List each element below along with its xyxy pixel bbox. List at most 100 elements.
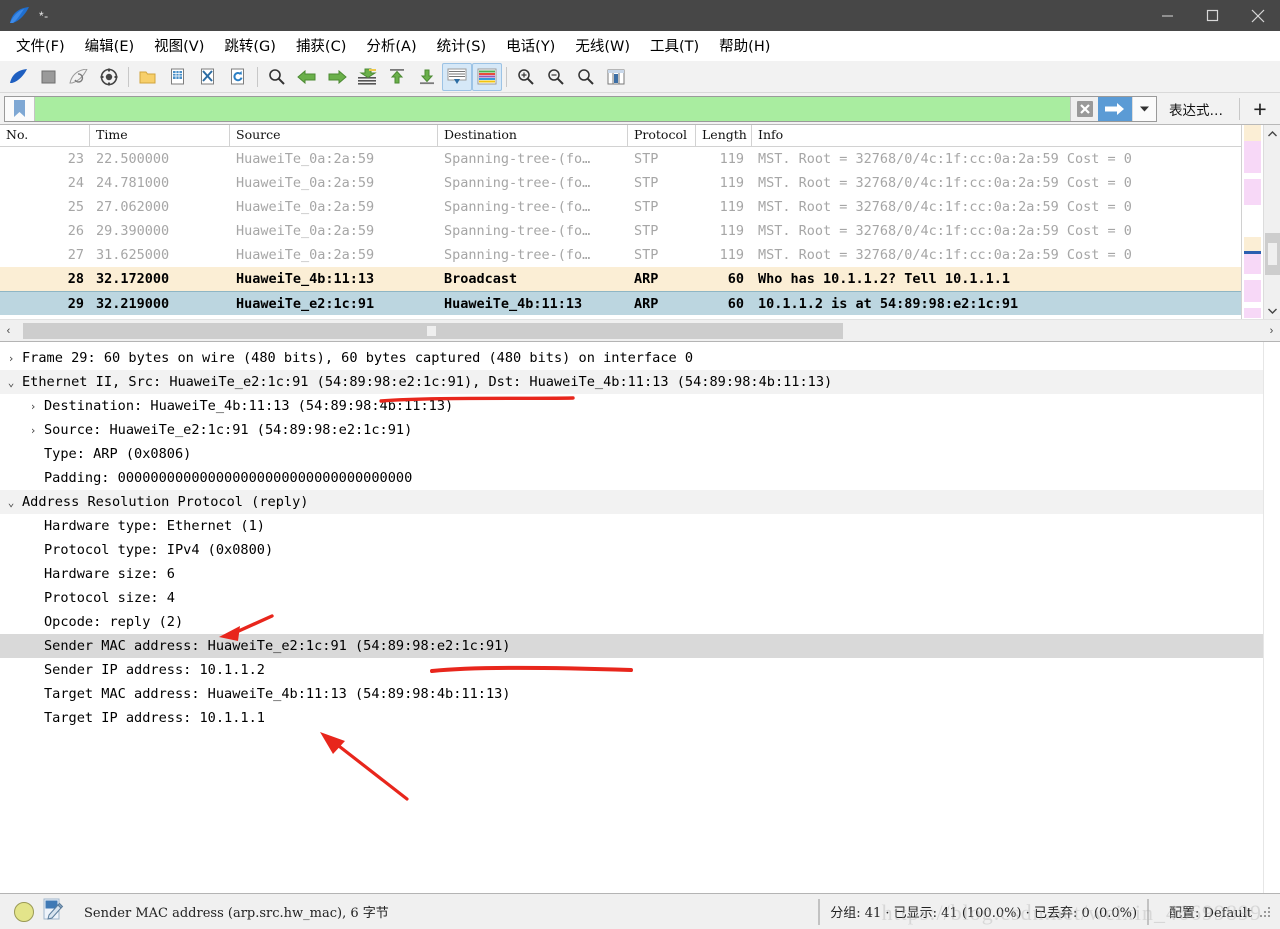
- packet-list-pane: No. Time Source Destination Protocol Len…: [0, 125, 1280, 342]
- menu-go[interactable]: 跳转(G): [214, 32, 286, 59]
- cell-info: MST. Root = 32768/0/4c:1f:cc:0a:2a:59 Co…: [758, 247, 1132, 263]
- table-row[interactable]: 28 32.172000 HuaweiTe_4b:11:13 Broadcast…: [0, 267, 1241, 291]
- scrollbar-thumb[interactable]: [1265, 233, 1280, 275]
- tree-item-frame[interactable]: › Frame 29: 60 bytes on wire (480 bits),…: [0, 346, 1263, 370]
- bookmark-icon[interactable]: [5, 96, 35, 121]
- chevron-right-icon[interactable]: ›: [22, 400, 44, 413]
- start-capture-icon[interactable]: [4, 63, 34, 91]
- chevron-right-icon[interactable]: ›: [0, 352, 22, 365]
- close-file-icon[interactable]: [193, 63, 223, 91]
- tree-item-protocol-size[interactable]: Protocol size: 4: [0, 586, 1263, 610]
- zoom-reset-icon[interactable]: [571, 63, 601, 91]
- go-back-icon[interactable]: [292, 63, 322, 91]
- apply-filter-arrow-icon[interactable]: [1098, 96, 1132, 121]
- menu-statistics[interactable]: 统计(S): [427, 32, 497, 59]
- tree-item-opcode[interactable]: Opcode: reply (2): [0, 610, 1263, 634]
- menu-tools[interactable]: 工具(T): [640, 32, 709, 59]
- tree-item-label: Sender MAC address: HuaweiTe_e2:1c:91 (5…: [44, 638, 511, 654]
- packet-list-vertical-scrollbar[interactable]: [1263, 125, 1280, 319]
- chevron-down-icon[interactable]: [1132, 96, 1156, 121]
- tree-item-hardware-type[interactable]: Hardware type: Ethernet (1): [0, 514, 1263, 538]
- capture-options-icon[interactable]: [94, 63, 124, 91]
- go-to-packet-icon[interactable]: [352, 63, 382, 91]
- menu-analyze[interactable]: 分析(A): [356, 32, 426, 59]
- menu-view[interactable]: 视图(V): [144, 32, 214, 59]
- packet-list-header: No. Time Source Destination Protocol Len…: [0, 125, 1241, 147]
- tree-item-arp[interactable]: ⌄ Address Resolution Protocol (reply): [0, 490, 1263, 514]
- packet-map-scrollbar[interactable]: [1241, 125, 1263, 319]
- restart-capture-icon[interactable]: [64, 63, 94, 91]
- go-to-last-icon[interactable]: [412, 63, 442, 91]
- tree-item-sender-mac-address[interactable]: Sender MAC address: HuaweiTe_e2:1c:91 (5…: [0, 634, 1263, 658]
- toolbar-separator: [128, 66, 129, 87]
- table-row[interactable]: 23 22.500000 HuaweiTe_0a:2a:59 Spanning-…: [0, 147, 1241, 171]
- cell-source: HuaweiTe_e2:1c:91: [236, 295, 375, 312]
- resize-columns-icon[interactable]: [601, 63, 631, 91]
- colorize-icon[interactable]: [472, 62, 502, 91]
- table-row[interactable]: 27 31.625000 HuaweiTe_0a:2a:59 Spanning-…: [0, 243, 1241, 267]
- chevron-down-icon[interactable]: ⌄: [0, 496, 22, 509]
- table-row[interactable]: 26 29.390000 HuaweiTe_0a:2a:59 Spanning-…: [0, 219, 1241, 243]
- tree-item-eth-type[interactable]: Type: ARP (0x0806): [0, 442, 1263, 466]
- menu-capture[interactable]: 捕获(C): [286, 32, 356, 59]
- column-header-no[interactable]: No.: [0, 125, 90, 146]
- menu-telephony[interactable]: 电话(Y): [496, 32, 565, 59]
- column-header-info[interactable]: Info: [752, 125, 1241, 146]
- stop-capture-icon[interactable]: [34, 63, 64, 91]
- reload-file-icon[interactable]: [223, 63, 253, 91]
- hscroll-track[interactable]: [17, 322, 1263, 339]
- tree-item-protocol-type[interactable]: Protocol type: IPv4 (0x0800): [0, 538, 1263, 562]
- tree-item-target-mac-address[interactable]: Target MAC address: HuaweiTe_4b:11:13 (5…: [0, 682, 1263, 706]
- tree-item-eth-destination[interactable]: › Destination: HuaweiTe_4b:11:13 (54:89:…: [0, 394, 1263, 418]
- auto-scroll-icon[interactable]: [442, 62, 472, 91]
- packet-details-vertical-scrollbar[interactable]: [1263, 342, 1280, 893]
- tree-item-eth-source[interactable]: › Source: HuaweiTe_e2:1c:91 (54:89:98:e2…: [0, 418, 1263, 442]
- zoom-in-icon[interactable]: [511, 63, 541, 91]
- chevron-right-icon[interactable]: ›: [22, 424, 44, 437]
- packet-list-horizontal-scrollbar[interactable]: ‹ ›: [0, 319, 1280, 341]
- column-header-destination[interactable]: Destination: [438, 125, 628, 146]
- tree-item-ethernet[interactable]: ⌄ Ethernet II, Src: HuaweiTe_e2:1c:91 (5…: [0, 370, 1263, 394]
- cell-destination: Spanning-tree-(fo…: [444, 175, 591, 191]
- cell-info: MST. Root = 32768/0/4c:1f:cc:0a:2a:59 Co…: [758, 223, 1132, 239]
- close-icon[interactable]: [1235, 0, 1280, 31]
- minimize-icon[interactable]: [1145, 0, 1190, 31]
- scroll-up-icon[interactable]: [1264, 125, 1280, 142]
- menu-file[interactable]: 文件(F): [6, 32, 75, 59]
- column-header-source[interactable]: Source: [230, 125, 438, 146]
- go-to-first-icon[interactable]: [382, 63, 412, 91]
- display-filter-input[interactable]: [35, 96, 1070, 121]
- tree-item-hardware-size[interactable]: Hardware size: 6: [0, 562, 1263, 586]
- maximize-icon[interactable]: [1190, 0, 1235, 31]
- tree-item-eth-padding[interactable]: Padding: 0000000000000000000000000000000…: [0, 466, 1263, 490]
- filter-expression-button[interactable]: 表达式…: [1157, 99, 1235, 119]
- cell-no: 26: [67, 223, 84, 239]
- menu-help[interactable]: 帮助(H): [709, 32, 780, 59]
- column-header-length[interactable]: Length: [696, 125, 752, 146]
- table-row[interactable]: 24 24.781000 HuaweiTe_0a:2a:59 Spanning-…: [0, 171, 1241, 195]
- scroll-right-icon[interactable]: ›: [1263, 325, 1280, 337]
- clear-filter-icon[interactable]: [1070, 96, 1098, 121]
- scrollbar-thumb[interactable]: [23, 322, 843, 339]
- column-header-time[interactable]: Time: [90, 125, 230, 146]
- tree-item-target-ip-address[interactable]: Target IP address: 10.1.1.1: [0, 706, 1263, 730]
- expert-info-yellow-icon[interactable]: [14, 901, 34, 922]
- open-file-icon[interactable]: [133, 63, 163, 91]
- scroll-down-icon[interactable]: [1264, 302, 1280, 319]
- go-forward-icon[interactable]: [322, 63, 352, 91]
- capture-file-properties-icon[interactable]: [42, 898, 64, 925]
- chevron-down-icon[interactable]: ⌄: [0, 376, 22, 389]
- menu-wireless[interactable]: 无线(W): [565, 32, 640, 59]
- add-filter-button[interactable]: +: [1244, 97, 1276, 120]
- tree-item-sender-ip-address[interactable]: Sender IP address: 10.1.1.2: [0, 658, 1263, 682]
- table-row[interactable]: 29 32.219000 HuaweiTe_e2:1c:91 HuaweiTe_…: [0, 291, 1241, 315]
- menu-edit[interactable]: 编辑(E): [75, 32, 144, 59]
- table-row[interactable]: 25 27.062000 HuaweiTe_0a:2a:59 Spanning-…: [0, 195, 1241, 219]
- save-file-icon[interactable]: [163, 63, 193, 91]
- find-packet-icon[interactable]: [262, 63, 292, 91]
- scroll-left-icon[interactable]: ‹: [0, 325, 17, 337]
- cell-destination: Spanning-tree-(fo…: [444, 151, 591, 167]
- zoom-out-icon[interactable]: [541, 63, 571, 91]
- column-header-protocol[interactable]: Protocol: [628, 125, 696, 146]
- cell-source: HuaweiTe_0a:2a:59: [236, 223, 375, 239]
